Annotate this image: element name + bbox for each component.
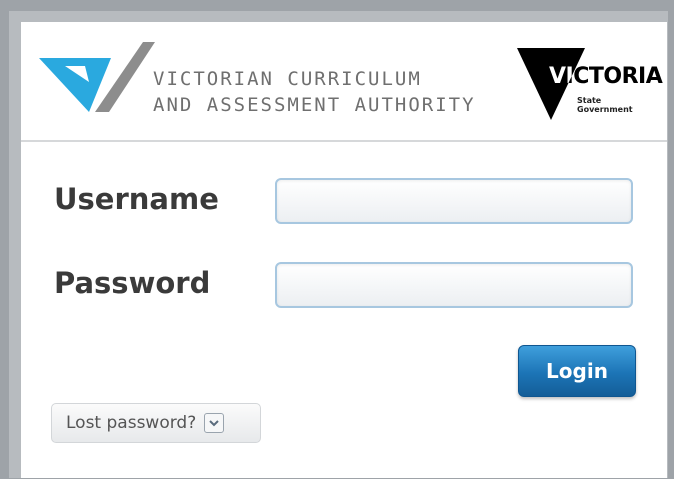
username-label: Username — [54, 182, 219, 216]
victoria-logo-subtitle: State Government — [577, 96, 633, 114]
header: VICTORIAN CURRICULUM AND ASSESSMENT AUTH… — [21, 22, 667, 142]
login-button-label: Login — [546, 359, 608, 383]
victoria-logo-word: VICTORIA — [549, 64, 663, 89]
login-button[interactable]: Login — [518, 345, 636, 397]
password-label: Password — [54, 266, 211, 300]
vcaa-wordmark-line1: VICTORIAN CURRICULUM — [153, 68, 422, 90]
lost-password-label: Lost password? — [66, 413, 197, 433]
lost-password-dropdown[interactable]: Lost password? — [51, 403, 261, 443]
vcaa-logo-grey-stroke — [95, 42, 155, 112]
vcaa-wordmark: VICTORIAN CURRICULUM AND ASSESSMENT AUTH… — [153, 66, 476, 118]
login-panel: VICTORIAN CURRICULUM AND ASSESSMENT AUTH… — [21, 22, 667, 478]
password-input[interactable] — [275, 262, 633, 308]
vcaa-logo — [39, 42, 155, 112]
username-input[interactable] — [275, 178, 633, 224]
chevron-down-icon[interactable] — [204, 413, 225, 433]
vcaa-wordmark-line2: AND ASSESSMENT AUTHORITY — [153, 94, 476, 116]
